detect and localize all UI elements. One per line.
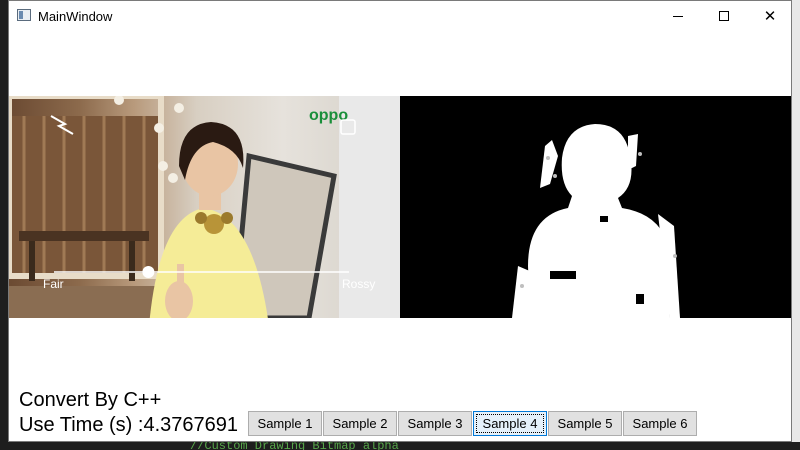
convert-method-label: Convert By C++ — [19, 389, 162, 411]
brand-logo: oppo — [309, 107, 348, 124]
sample-4-button[interactable]: Sample 4 — [473, 411, 547, 436]
background-editor-strip — [0, 0, 8, 450]
background-editor-bottom: //Custom Drawing Bitmap alpha — [0, 442, 800, 450]
app-window-icon — [17, 9, 31, 21]
background-code-line: //Custom Drawing Bitmap alpha — [190, 442, 399, 450]
window-title: MainWindow — [38, 9, 113, 24]
background-window-strip — [792, 0, 800, 450]
title-bar[interactable]: MainWindow ✕ — [9, 1, 791, 31]
source-image: oppo Fair Rossy — [9, 96, 400, 318]
sample-2-button[interactable]: Sample 2 — [323, 411, 397, 436]
beauty-slider-thumb — [142, 266, 155, 278]
sample-5-button[interactable]: Sample 5 — [548, 411, 622, 436]
slider-right-label: Rossy — [342, 277, 375, 291]
close-button[interactable]: ✕ — [747, 1, 793, 31]
minimize-icon — [673, 15, 683, 17]
sample-3-button[interactable]: Sample 3 — [398, 411, 472, 436]
use-time-label: Use Time (s) :4.3767691 — [19, 414, 238, 436]
maximize-icon — [719, 11, 729, 21]
slider-left-label: Fair — [43, 277, 64, 291]
sample-6-button[interactable]: Sample 6 — [623, 411, 697, 436]
maximize-button[interactable] — [701, 1, 747, 31]
sample-1-button[interactable]: Sample 1 — [248, 411, 322, 436]
close-icon: ✕ — [763, 7, 777, 25]
main-window: MainWindow ✕ oppo Fair Rossy Convert By … — [8, 0, 792, 442]
minimize-button[interactable] — [655, 1, 701, 31]
mask-image — [400, 96, 791, 318]
